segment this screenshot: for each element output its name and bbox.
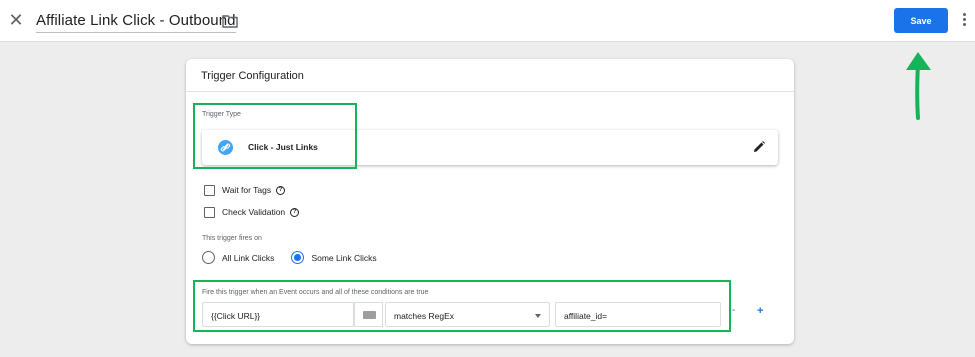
- remove-condition-button[interactable]: -: [732, 305, 735, 316]
- some-link-clicks-radio[interactable]: [291, 251, 305, 264]
- trigger-type-selector[interactable]: Click - Just Links: [202, 130, 778, 165]
- help-icon[interactable]: ?: [276, 185, 286, 195]
- check-validation-option: Check Validation ?: [204, 206, 300, 218]
- trigger-type-value: Click - Just Links: [248, 142, 318, 152]
- card-title: Trigger Configuration: [186, 59, 794, 92]
- top-bar: ✕ Affiliate Link Click - Outbound Save: [0, 0, 975, 42]
- wait-for-tags-option: Wait for Tags ?: [204, 184, 286, 196]
- help-icon[interactable]: ?: [290, 207, 300, 217]
- fires-on-label: This trigger fires on: [202, 235, 262, 242]
- condition-variable-field[interactable]: {{Click URL}}: [202, 302, 354, 327]
- save-button[interactable]: Save: [894, 8, 948, 33]
- variable-icon: [363, 311, 376, 319]
- condition-operator-select[interactable]: matches RegEx: [385, 302, 550, 327]
- pencil-icon[interactable]: [752, 140, 766, 154]
- fires-on-radio-group: All Link Clicks Some Link Clicks: [202, 251, 377, 264]
- condition-label: Fire this trigger when an Event occurs a…: [202, 289, 429, 296]
- check-validation-checkbox[interactable]: [204, 206, 215, 218]
- variable-picker-button[interactable]: [354, 302, 383, 327]
- more-vert-icon[interactable]: [960, 12, 968, 30]
- close-icon[interactable]: ✕: [6, 10, 26, 30]
- operator-value: matches RegEx: [394, 311, 454, 321]
- trigger-configuration-card: Trigger Configuration Trigger Type Click…: [186, 59, 794, 344]
- all-link-clicks-label: All Link Clicks: [222, 252, 275, 263]
- wait-for-tags-label: Wait for Tags: [222, 185, 272, 195]
- folder-icon[interactable]: [222, 14, 238, 28]
- annotation-arrow-icon: [906, 52, 931, 120]
- trigger-type-label: Trigger Type: [202, 111, 241, 118]
- all-link-clicks-radio[interactable]: [202, 251, 215, 264]
- check-validation-label: Check Validation: [222, 207, 286, 217]
- chevron-down-icon: [535, 314, 541, 318]
- add-condition-button[interactable]: +: [757, 305, 763, 317]
- some-link-clicks-label: Some Link Clicks: [311, 252, 377, 263]
- trigger-name-input[interactable]: Affiliate Link Click - Outbound: [36, 12, 236, 33]
- wait-for-tags-checkbox[interactable]: [204, 184, 215, 196]
- link-icon: [218, 140, 233, 155]
- condition-value-field[interactable]: affiliate_id=: [555, 302, 721, 327]
